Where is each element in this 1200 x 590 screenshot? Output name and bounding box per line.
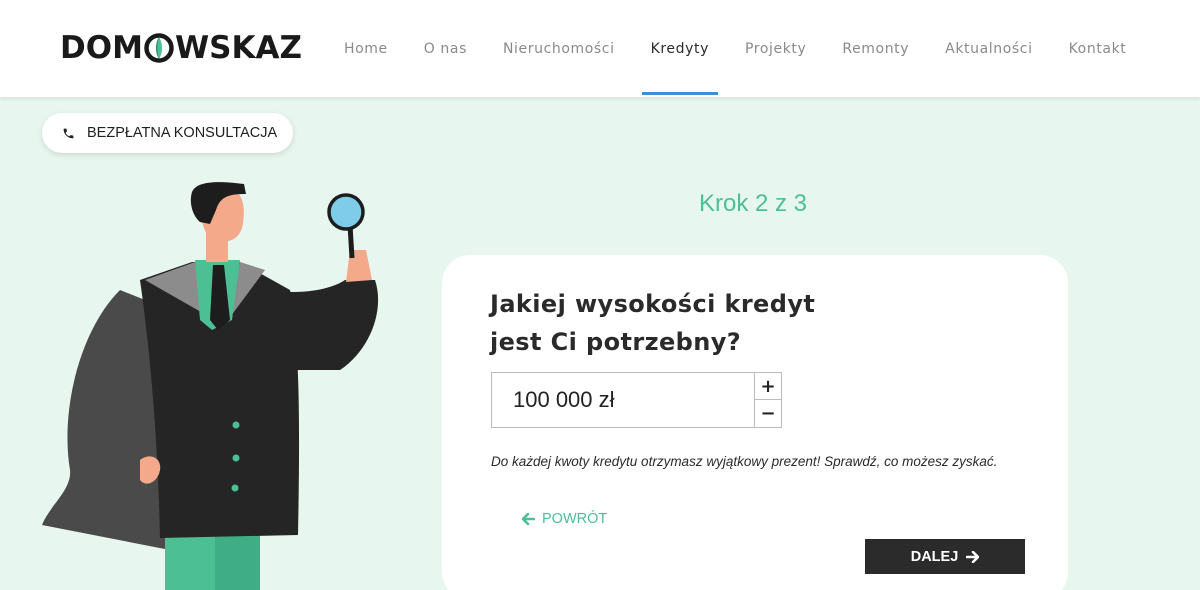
nav-item-remonty[interactable]: Remonty bbox=[824, 0, 927, 97]
logo[interactable]: DOM WSKAZ bbox=[60, 26, 302, 70]
logo-text-left: DOM bbox=[60, 30, 143, 66]
question-line-2: jest Ci potrzebny? bbox=[490, 328, 742, 356]
amount-stepper: + − bbox=[754, 372, 782, 428]
main-nav: Home O nas Nieruchomości Kredyty Projekt… bbox=[326, 0, 1144, 97]
arrow-right-icon bbox=[966, 550, 980, 563]
nav-item-o-nas[interactable]: O nas bbox=[406, 0, 485, 97]
increase-button[interactable]: + bbox=[755, 373, 781, 400]
next-button[interactable]: DALEJ bbox=[865, 539, 1025, 574]
nav-item-kontakt[interactable]: Kontakt bbox=[1051, 0, 1145, 97]
free-consultation-label: BEZPŁATNA KONSULTACJA bbox=[87, 125, 278, 141]
decrease-button[interactable]: − bbox=[755, 400, 781, 427]
site-header: DOM WSKAZ Home O nas Nieruchomości Kredy… bbox=[0, 0, 1200, 97]
nav-item-kredyty[interactable]: Kredyty bbox=[633, 0, 727, 97]
arrow-left-icon bbox=[522, 513, 535, 525]
logo-text-right: WSKAZ bbox=[174, 30, 302, 66]
step-indicator: Krok 2 z 3 bbox=[698, 190, 808, 217]
free-consultation-button[interactable]: BEZPŁATNA KONSULTACJA bbox=[42, 113, 293, 153]
compass-icon bbox=[144, 33, 174, 63]
nav-item-projekty[interactable]: Projekty bbox=[727, 0, 824, 97]
question-heading: Jakiej wysokości kredyt jest Ci potrzebn… bbox=[490, 285, 910, 361]
next-label: DALEJ bbox=[910, 548, 959, 565]
detective-illustration bbox=[42, 182, 379, 590]
question-line-1: Jakiej wysokości kredyt bbox=[490, 290, 816, 318]
loan-amount-input[interactable]: 100 000 zł bbox=[491, 372, 755, 428]
nav-item-home[interactable]: Home bbox=[326, 0, 406, 97]
nav-item-aktualnosci[interactable]: Aktualności bbox=[927, 0, 1050, 97]
gift-note: Do każdej kwoty kredytu otrzymasz wyjątk… bbox=[491, 454, 998, 469]
phone-icon bbox=[63, 128, 74, 138]
back-label: POWRÓT bbox=[542, 511, 608, 527]
back-button[interactable]: POWRÓT bbox=[522, 511, 607, 527]
nav-item-nieruchomosci[interactable]: Nieruchomości bbox=[485, 0, 633, 97]
loan-form-card: Jakiej wysokości kredyt jest Ci potrzebn… bbox=[442, 255, 1068, 590]
